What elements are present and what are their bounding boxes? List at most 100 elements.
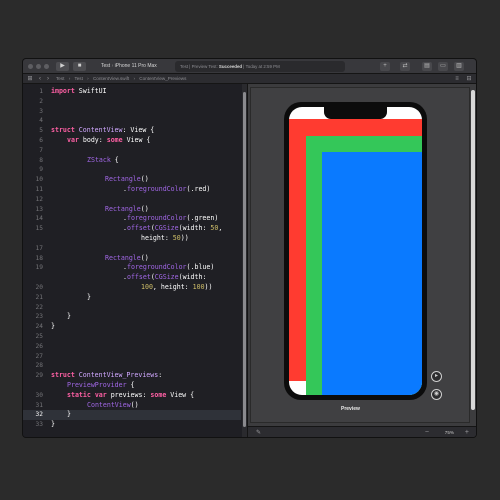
line-number: 14	[35, 215, 43, 223]
forward-icon[interactable]: ›	[44, 75, 52, 83]
status-result: Succeeded	[218, 64, 243, 69]
code-line[interactable]: 17	[23, 244, 241, 254]
canvas-scrollbar[interactable]	[471, 90, 475, 410]
breadcrumb-file[interactable]: ContentView.swift	[93, 76, 129, 81]
code-line[interactable]: PreviewProvider {	[23, 381, 241, 391]
code-line[interactable]: 4	[23, 116, 241, 126]
line-number: 20	[35, 284, 43, 291]
line-number: 19	[35, 264, 43, 272]
code-line[interactable]: 2	[23, 97, 241, 107]
line-number: 1	[39, 88, 43, 95]
source-editor[interactable]: 1 import SwiftUI 2 3 4 5 struct ContentVie…	[23, 84, 241, 437]
code-text: .foregroundColor(.green)	[123, 214, 219, 223]
code-line[interactable]: 23}	[23, 312, 241, 322]
add-editor-icon[interactable]: ⊟	[465, 75, 473, 83]
line-number: 11	[35, 186, 43, 193]
code-line[interactable]: 15 .offset(CGSize(width: 50,	[23, 224, 241, 234]
back-icon[interactable]: ‹	[36, 75, 44, 83]
code-text: .foregroundColor(.red)	[123, 185, 211, 193]
inspector-toggle[interactable]: ▥	[454, 62, 464, 71]
breadcrumb-project[interactable]: Test	[56, 76, 64, 81]
zoom-out-button[interactable]: −	[425, 427, 429, 437]
line-number: 30	[35, 391, 43, 399]
minimize-window-button[interactable]	[36, 64, 41, 69]
code-line-current[interactable]: 32}	[23, 410, 241, 421]
device-frame	[284, 102, 427, 400]
blue-rectangle[interactable]	[322, 152, 422, 395]
related-items-icon[interactable]: ⊞	[26, 75, 34, 83]
debug-toggle[interactable]: ▭	[438, 62, 448, 71]
code-line[interactable]: 3	[23, 107, 241, 117]
close-window-button[interactable]	[28, 64, 33, 69]
pin-icon[interactable]: ✎	[256, 429, 261, 436]
code-line[interactable]: 10 Rectangle()	[23, 175, 241, 185]
code-line[interactable]: 13 Rectangle()	[23, 205, 241, 215]
line-number: 21	[35, 293, 43, 301]
code-line[interactable]: 31 ContentView()	[23, 401, 241, 411]
code-line[interactable]: 24}	[23, 322, 241, 332]
code-line[interactable]: 11 .foregroundColor(.red)	[23, 185, 241, 195]
code-line[interactable]: 7	[23, 146, 241, 156]
code-text: struct ContentView_Previews:	[51, 371, 163, 380]
code-line[interactable]: 19 .foregroundColor(.blue)	[23, 263, 241, 273]
code-line[interactable]: 1 import SwiftUI	[23, 87, 241, 97]
editor-options-icon[interactable]: ≡	[453, 75, 461, 83]
code-text: var body: some View {	[67, 136, 151, 144]
code-line[interactable]: 9	[23, 165, 241, 175]
navigator-toggle[interactable]: ▤	[422, 62, 432, 71]
code-text: .foregroundColor(.blue)	[123, 263, 215, 272]
code-text: static var previews: some View {	[67, 390, 195, 399]
line-number: 32	[35, 411, 43, 419]
line-number: 27	[35, 352, 43, 360]
status-time: | Today at 2:59 PM	[242, 64, 280, 69]
code-line[interactable]: .offset(CGSize(width:	[23, 273, 241, 283]
code-line[interactable]: 33}	[23, 420, 241, 430]
run-button[interactable]: ▶	[56, 62, 69, 71]
code-line[interactable]: 27	[23, 352, 241, 362]
left-panel-icon: ▤	[424, 63, 430, 69]
breadcrumb-group[interactable]: Test	[74, 76, 82, 81]
zoom-in-button[interactable]: +	[465, 427, 469, 437]
right-panel-icon: ▥	[456, 63, 462, 69]
zoom-window-button[interactable]	[44, 64, 49, 69]
scheme-selector[interactable]: Test › iPhone 11 Pro Max	[101, 62, 157, 71]
line-number: 31	[35, 401, 43, 409]
device-notch	[324, 107, 387, 119]
code-line[interactable]: 12	[23, 195, 241, 205]
code-text: import SwiftUI	[51, 87, 107, 95]
inspect-preview-button[interactable]: ◉	[431, 389, 442, 400]
code-line[interactable]: 20 100, height: 100))	[23, 283, 241, 293]
code-line[interactable]: 26	[23, 342, 241, 352]
stop-icon: ■	[77, 63, 82, 69]
code-line[interactable]: 28	[23, 361, 241, 371]
activity-status: Test | Preview Test: Succeeded | Today a…	[175, 61, 345, 72]
code-text: 100, height: 100))	[141, 283, 213, 291]
stop-button[interactable]: ■	[73, 62, 86, 71]
code-line[interactable]: 5 struct ContentView: View {	[23, 126, 241, 136]
code-line[interactable]: 8 ZStack {	[23, 156, 241, 166]
scheme-separator: ›	[111, 63, 114, 69]
code-line[interactable]: 6 var body: some View {	[23, 136, 241, 146]
code-line[interactable]: 21}	[23, 293, 241, 303]
editor-scroll-thumb[interactable]	[243, 92, 246, 427]
code-line[interactable]: 30 static var previews: some View {	[23, 391, 241, 401]
status-prefix: Test | Preview Test:	[180, 64, 219, 69]
line-number: 17	[35, 244, 43, 252]
code-text: }	[51, 322, 55, 331]
code-line[interactable]: 25	[23, 332, 241, 342]
code-line[interactable]: 22	[23, 303, 241, 313]
library-button[interactable]: +	[380, 62, 390, 71]
zoom-level[interactable]: 75%	[445, 427, 454, 437]
code-line[interactable]: 29 struct ContentView_Previews:	[23, 371, 241, 381]
code-line[interactable]: 18 Rectangle()	[23, 254, 241, 264]
breadcrumb-symbol[interactable]: ContentView_Previews	[139, 76, 186, 81]
live-preview-button[interactable]: ▸	[431, 371, 442, 382]
code-line[interactable]: 14 .foregroundColor(.green)	[23, 214, 241, 224]
line-number: 13	[35, 205, 43, 213]
code-review-button[interactable]: ⇄	[400, 62, 410, 71]
code-line[interactable]: height: 50))	[23, 234, 241, 244]
xcode-window: ▶ ■ Test › iPhone 11 Pro Max Test | Prev…	[23, 59, 476, 437]
line-number: 26	[35, 342, 43, 350]
jump-bar: ⊞ ‹ › Test › Test › ContentView.swift › …	[23, 74, 476, 84]
line-number: 28	[35, 362, 43, 370]
